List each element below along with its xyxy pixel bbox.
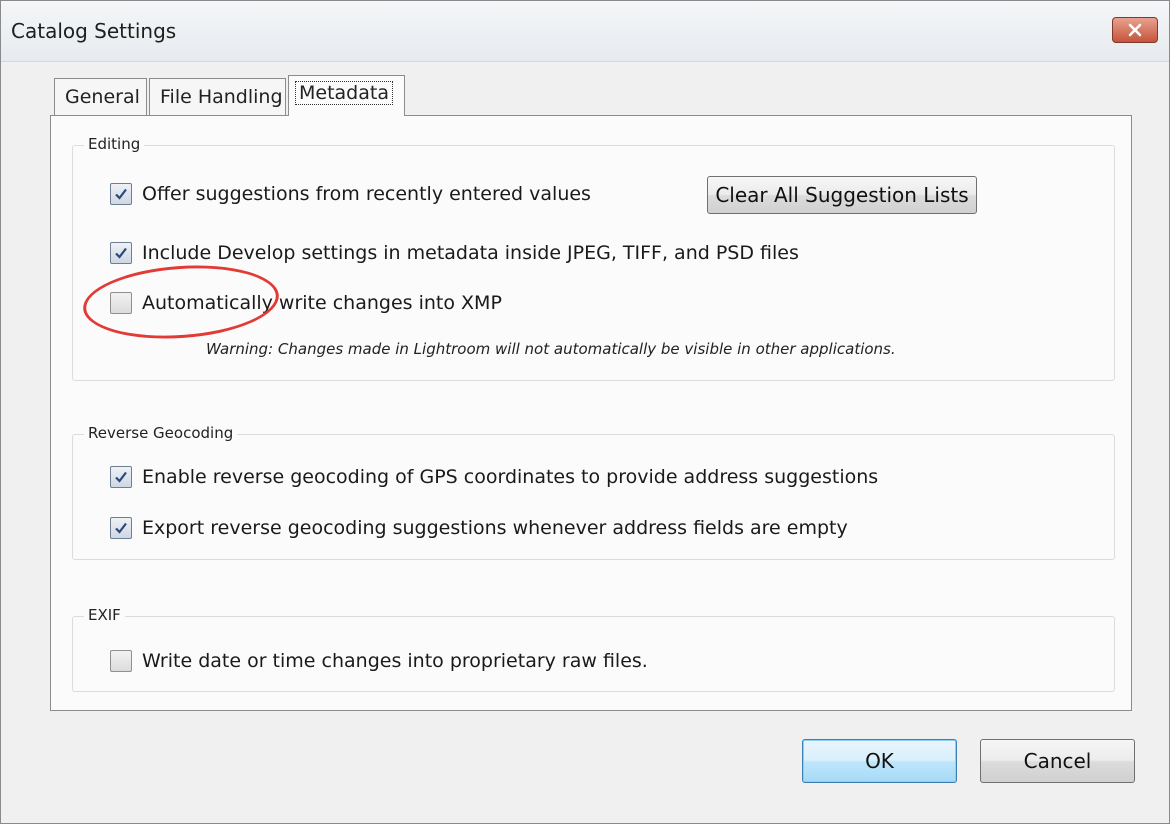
- checkmark-icon: [115, 522, 127, 534]
- close-icon: [1128, 23, 1142, 37]
- enable-reverse-geocoding-checkbox[interactable]: [110, 466, 132, 488]
- reverse-geocoding-group-title: Reverse Geocoding: [84, 424, 238, 442]
- tab-file-handling[interactable]: File Handling: [149, 78, 286, 116]
- tab-metadata[interactable]: Metadata: [288, 75, 405, 116]
- auto-write-xmp-label: Automatically write changes into XMP: [142, 292, 502, 314]
- write-date-time-checkbox[interactable]: [110, 650, 132, 672]
- export-reverse-geocoding-label: Export reverse geocoding suggestions whe…: [142, 517, 848, 539]
- window-title: Catalog Settings: [11, 19, 177, 43]
- enable-reverse-geocoding-label: Enable reverse geocoding of GPS coordina…: [142, 466, 879, 488]
- auto-write-xmp-checkbox[interactable]: [110, 292, 132, 314]
- clear-all-suggestion-lists-label: Clear All Suggestion Lists: [715, 183, 969, 207]
- cancel-button-label: Cancel: [1023, 749, 1092, 773]
- checkmark-icon: [115, 471, 127, 483]
- export-reverse-geocoding-checkbox[interactable]: [110, 517, 132, 539]
- write-date-time-label: Write date or time changes into propriet…: [142, 650, 648, 672]
- tab-general[interactable]: General: [54, 78, 147, 116]
- include-develop-checkbox[interactable]: [110, 242, 132, 264]
- metadata-panel: Editing Offer suggestions from recently …: [50, 115, 1132, 711]
- catalog-settings-dialog: Catalog Settings General File Handling M…: [0, 0, 1170, 824]
- title-bar: Catalog Settings: [1, 1, 1169, 62]
- offer-suggestions-checkbox[interactable]: [110, 183, 132, 205]
- tab-general-label: General: [65, 86, 140, 108]
- reverse-geocoding-group: [72, 434, 1115, 560]
- include-develop-label: Include Develop settings in metadata ins…: [142, 242, 799, 264]
- ok-button[interactable]: OK: [802, 739, 957, 783]
- close-button[interactable]: [1112, 17, 1158, 43]
- editing-group-title: Editing: [84, 135, 145, 153]
- checkmark-icon: [115, 247, 127, 259]
- tab-file-handling-label: File Handling: [160, 86, 283, 108]
- exif-group-title: EXIF: [84, 606, 125, 624]
- checkmark-icon: [115, 188, 127, 200]
- xmp-warning-text: Warning: Changes made in Lightroom will …: [206, 340, 896, 358]
- ok-button-label: OK: [865, 749, 894, 773]
- clear-all-suggestion-lists-button[interactable]: Clear All Suggestion Lists: [707, 176, 977, 214]
- cancel-button[interactable]: Cancel: [980, 739, 1135, 783]
- offer-suggestions-label: Offer suggestions from recently entered …: [142, 183, 591, 205]
- tab-metadata-label: Metadata: [295, 81, 393, 105]
